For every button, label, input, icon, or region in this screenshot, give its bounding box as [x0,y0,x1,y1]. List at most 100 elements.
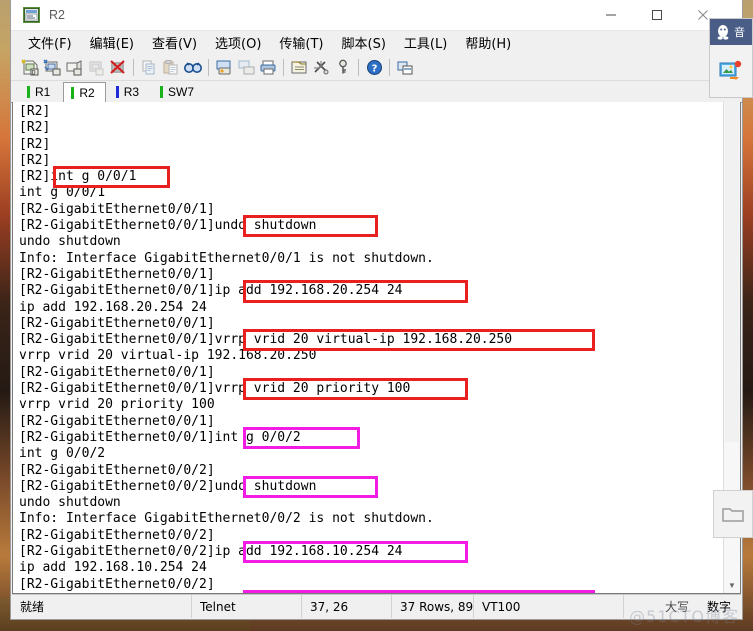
menu-help[interactable]: 帮助(H) [456,30,520,55]
status-ready: 就绪 [12,595,192,618]
terminal-line: [R2-GigabitEthernet0/0/1]vrrp vrid 20 pr… [19,381,411,397]
tab-r3[interactable]: R3 [108,81,150,102]
log-session-icon[interactable] [235,56,257,78]
tab-status-icon [71,87,75,99]
connect-local-shell-icon[interactable] [63,56,85,78]
status-dimensions: 37 Rows, 89 [392,595,474,618]
menu-tools[interactable]: 工具(L) [395,30,456,55]
status-protocol: Telnet [192,595,302,618]
terminal-window-icon [23,7,40,23]
terminal-line: [R2-GigabitEthernet0/0/1]undo shutdown [19,218,317,234]
folder-icon [722,508,744,522]
qq-side-panel[interactable]: 音 [709,18,753,98]
terminal-line: [R2] [19,104,51,119]
toolbar-separator [133,58,134,76]
folder-float-button[interactable] [713,490,753,538]
terminal-output: [R2] [R2] [R2] [R2] [R2]int g 0/0/1 int g 0/0… [19,104,513,593]
status-caps-lock: 大写 [665,600,690,614]
scrollbar-thumb[interactable] [725,102,739,442]
status-num-lock: 数字 [706,600,731,614]
maximize-icon [652,10,662,20]
terminal-line: [R2] [19,136,51,152]
status-cursor-position: 37, 26 [302,595,392,618]
terminal-line: [R2-GigabitEthernet0/0/1]vrrp vrid 20 vi… [19,332,513,348]
print-icon[interactable] [257,56,279,78]
menu-transfer[interactable]: 传输(T) [270,30,332,55]
terminal-line: int g 0/0/2 [19,446,106,462]
key-icon[interactable] [332,56,354,78]
menu-edit[interactable]: 编辑(E) [81,30,143,55]
close-icon [698,10,708,20]
toolbar-separator [358,58,359,76]
tab-status-icon [27,86,30,98]
toolbar-separator [283,58,284,76]
svg-text:?: ? [371,63,377,74]
find-icon[interactable] [182,56,204,78]
terminal-line: undo shutdown [19,234,121,250]
terminal-line: [R2] [19,152,51,168]
connect-session-icon[interactable] [41,56,63,78]
terminal-line: [R2-GigabitEthernet0/0/2]ip add 192.168.… [19,544,403,560]
qq-panel-label: 音 [734,27,745,39]
new-session-icon[interactable]: D [19,56,41,78]
minimize-button[interactable] [588,0,634,30]
terminal-line: [R2-GigabitEthernet0/0/1] [19,413,215,429]
terminal-line: [R2-GigabitEthernet0/0/1] [19,315,215,331]
session-tab-strip: R1 R2 R3 SW7 [11,81,742,103]
screenshot-icon [719,60,742,81]
tab-status-icon [160,86,164,98]
print-screen-icon[interactable] [213,56,235,78]
disconnect-icon[interactable] [107,56,129,78]
tab-r1[interactable]: R1 [19,81,61,102]
toolbar-separator [208,58,209,76]
status-bar: 就绪 Telnet 37, 26 37 Rows, 89 VT100 大写 数字 [12,594,741,618]
tab-label: SW7 [168,85,195,99]
toolbar: D ? [11,54,742,81]
session-options-icon[interactable] [288,56,310,78]
reconnect-icon[interactable] [85,56,107,78]
tab-label: R2 [79,86,95,100]
status-spacer [624,595,657,618]
terminal-line: [R2-GigabitEthernet0/0/1]ip add 192.168.… [19,283,403,299]
tab-label: R3 [123,85,140,99]
svg-text:D: D [32,69,36,76]
menu-options[interactable]: 选项(O) [206,30,270,55]
tab-status-icon [115,86,119,98]
qq-penguin-icon [717,25,729,40]
scrollbar-down-arrow[interactable]: ▼ [724,577,740,593]
toolbar-separator [389,58,390,76]
tab-label: R1 [35,85,51,99]
copy-icon[interactable] [138,56,160,78]
menu-view[interactable]: 查看(V) [143,30,206,55]
securecrt-window: R2 文件(F) 编辑(E) 查看(V) 选项(O) 传输(T) 脚本(S) 工… [10,0,743,620]
terminal-line: ip add 192.168.20.254 24 [19,299,207,315]
arrange-windows-icon[interactable] [394,56,416,78]
global-options-icon[interactable] [310,56,332,78]
terminal-line: [R2-GigabitEthernet0/0/1] [19,364,215,380]
terminal-line: [R2] [19,120,51,136]
title-bar[interactable]: R2 [11,0,742,31]
terminal-line: [R2-GigabitEthernet0/0/2] [19,462,215,478]
maximize-button[interactable] [634,0,680,30]
terminal-line: undo shutdown [19,495,121,511]
qq-panel-body[interactable] [710,45,752,97]
terminal-line: [R2-GigabitEthernet0/0/2] [19,527,215,543]
terminal-pane[interactable]: [R2] [R2] [R2] [R2] [R2]int g 0/0/1 int g 0/0… [12,102,741,594]
tab-sw7[interactable]: SW7 [152,81,205,102]
terminal-line: vrrp vrid 20 virtual-ip 192.168.20.250 [19,348,317,364]
help-icon[interactable]: ? [363,56,385,78]
menu-bar: 文件(F) 编辑(E) 查看(V) 选项(O) 传输(T) 脚本(S) 工具(L… [11,31,742,54]
paste-icon[interactable] [160,56,182,78]
qq-panel-header: 音 [710,19,752,45]
terminal-line: Info: Interface GigabitEthernet0/0/1 is … [19,250,434,266]
tab-r2[interactable]: R2 [63,82,106,103]
menu-file[interactable]: 文件(F) [19,30,81,55]
terminal-line: [R2-GigabitEthernet0/0/2] [19,576,215,592]
terminal-line: [R2-GigabitEthernet0/0/1] [19,266,215,282]
window-title: R2 [49,8,65,22]
menu-script[interactable]: 脚本(S) [333,30,395,55]
terminal-line: [R2-GigabitEthernet0/0/1]int g 0/0/2 [19,429,301,445]
terminal-line: Info: Interface GigabitEthernet0/0/2 is … [19,511,434,527]
status-emulation: VT100 [474,595,624,618]
terminal-line: ip add 192.168.10.254 24 [19,560,207,576]
